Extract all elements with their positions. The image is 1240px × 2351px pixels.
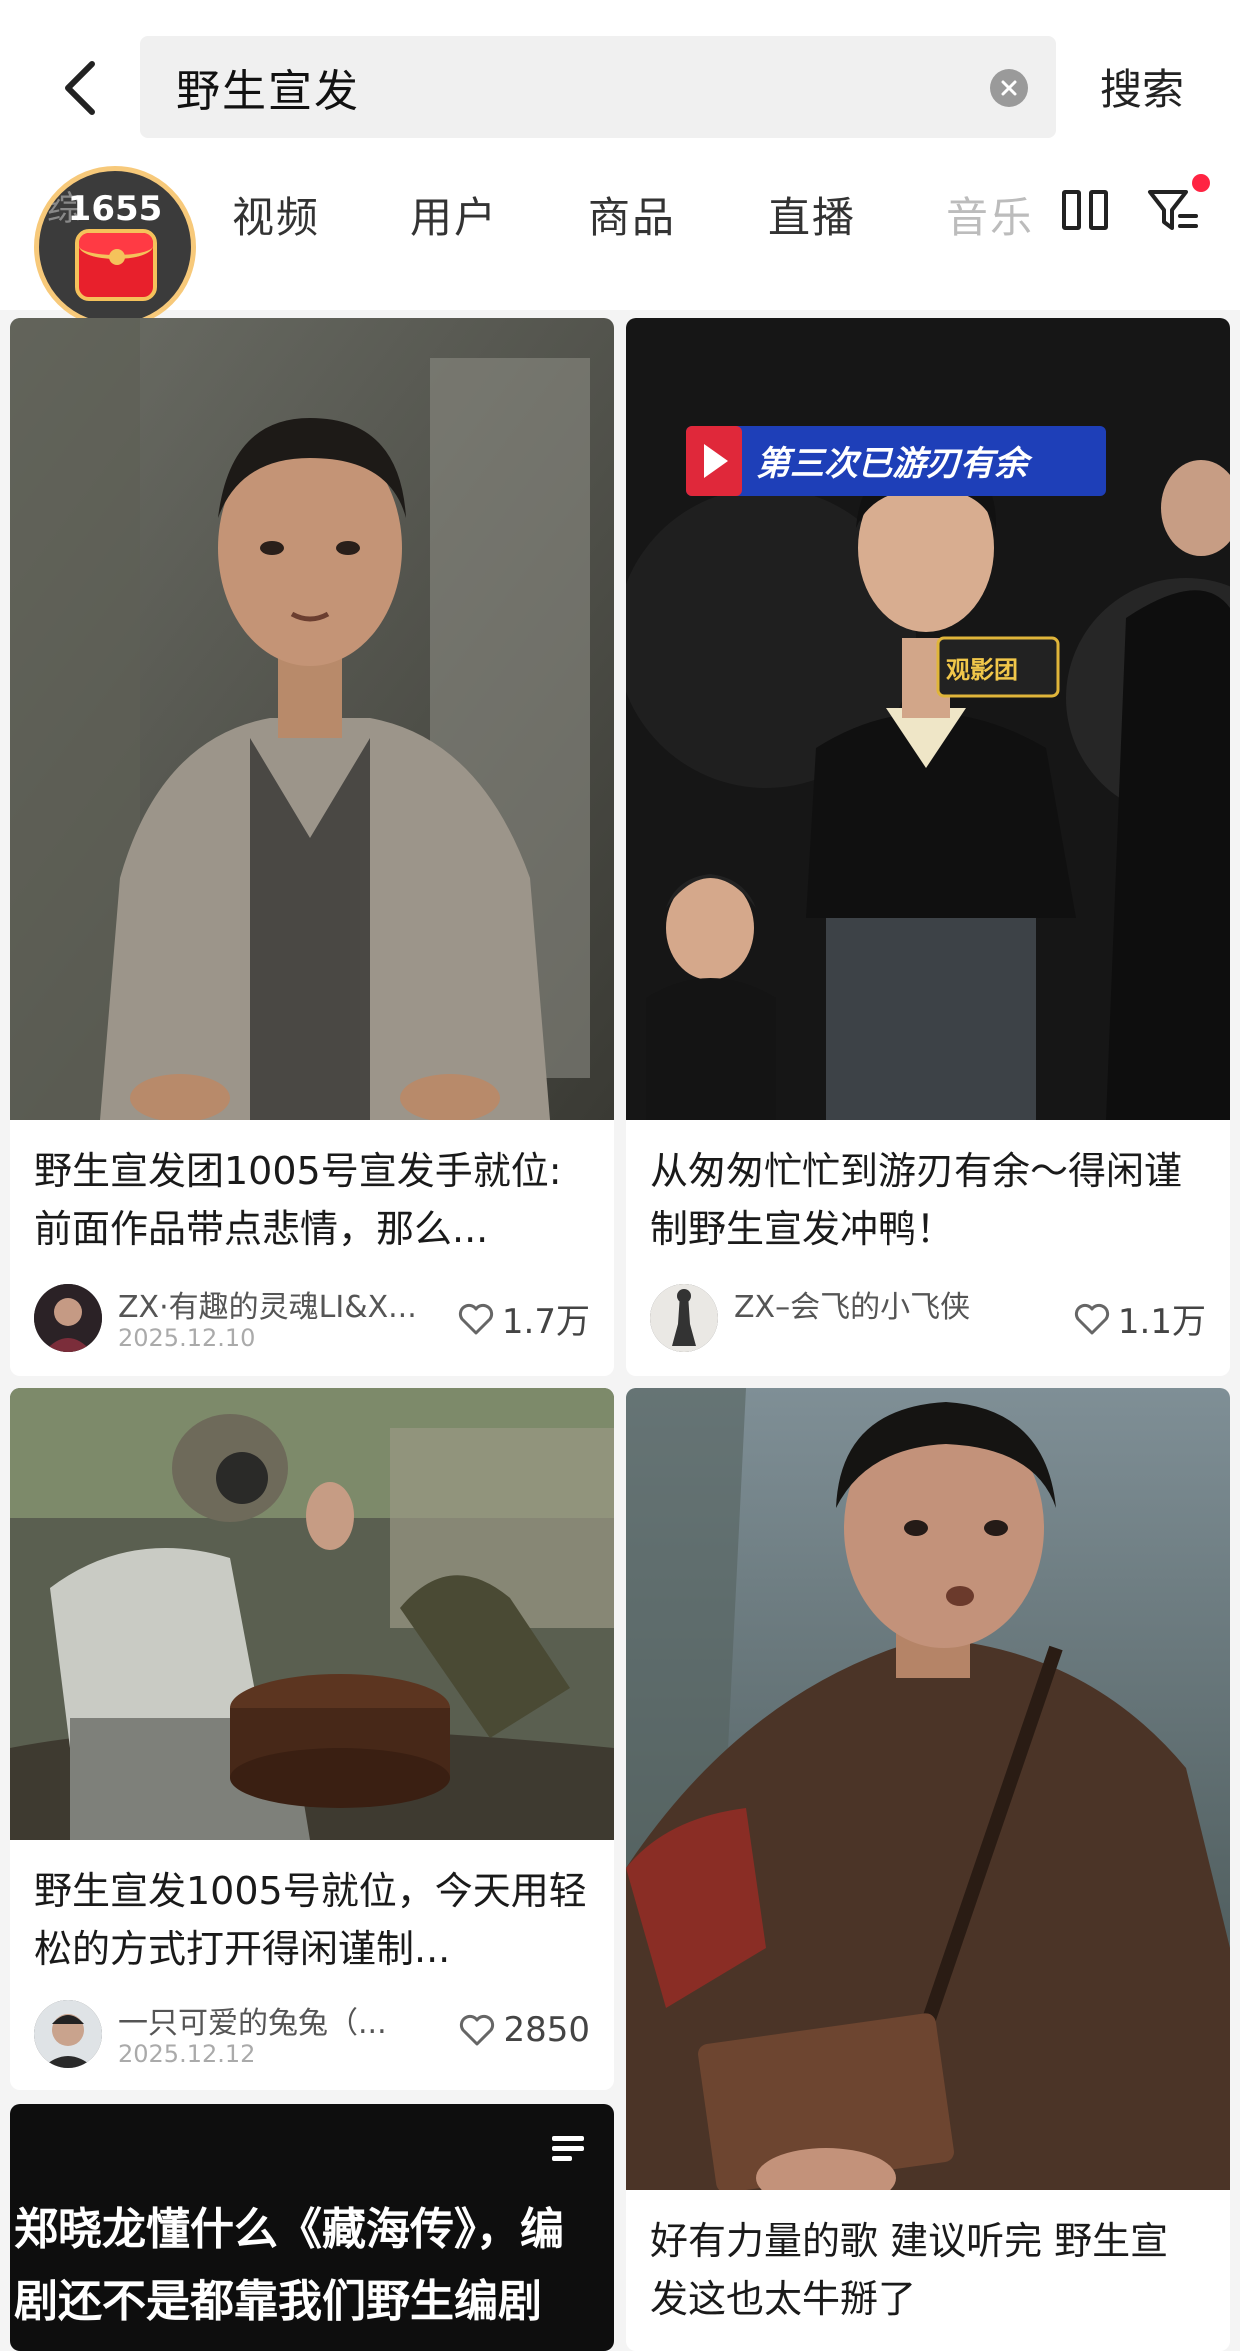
post-thumbnail: 第三次已游刃有余 观影团 — [626, 318, 1230, 1120]
like-count: 1.7万 — [501, 1302, 590, 1342]
author-name[interactable]: ZX–会飞的小飞侠 — [734, 1282, 970, 1326]
red-envelope-icon — [75, 229, 157, 301]
banner-text: 第三次已游刃有余 — [756, 444, 1033, 484]
post-title: 野生宣发1005号就位，今天用轻松的方式打开得闲谨制... — [34, 1869, 587, 1971]
like-button[interactable]: 1.1万 — [1074, 1294, 1206, 1343]
heart-icon — [460, 2014, 495, 2046]
like-button[interactable]: 1.7万 — [458, 1294, 590, 1343]
search-input[interactable]: 野生宣发 — [140, 36, 1056, 138]
author-row: 一只可爱的兔兔（... 2025.12.12 2850 — [34, 1994, 590, 2070]
post-title: 好有力量的歌 建议听完 野生宣发这也太牛掰了 — [650, 2219, 1169, 2321]
post-thumbnail — [626, 1388, 1230, 2190]
heart-icon — [1074, 1303, 1109, 1334]
back-button[interactable] — [40, 48, 120, 128]
post-card[interactable]: 第三次已游刃有余 观影团 从匆匆忙忙到游刃有余～得闲谨制野生宣发冲鸭！ ZX–会… — [626, 318, 1230, 1376]
author-name[interactable]: ZX·有趣的灵魂LI&X... — [118, 1282, 417, 1326]
post-thumbnail — [10, 1388, 614, 1840]
post-title: 从匆匆忙忙到游刃有余～得闲谨制野生宣发冲鸭！ — [650, 1149, 1183, 1251]
notification-dot — [1192, 174, 1210, 192]
post-title: 郑晓龙懂什么《藏海传》，编剧还不是都靠我们野生编剧 — [14, 2204, 564, 2327]
heart-icon — [458, 1303, 493, 1334]
like-count: 1.1万 — [1117, 1302, 1206, 1342]
red-packet-count: 1655 — [67, 189, 163, 229]
text-post-icon — [552, 2136, 584, 2161]
like-count: 2850 — [503, 2010, 590, 2050]
search-query: 野生宣发 — [176, 66, 360, 117]
tab-video[interactable]: 视频 — [232, 184, 320, 245]
red-packet-badge[interactable]: 综 1655 — [34, 166, 196, 328]
chevron-left-icon — [65, 61, 95, 115]
filter-icon[interactable] — [1146, 186, 1202, 236]
tab-products[interactable]: 商品 — [588, 184, 676, 245]
clear-search-button[interactable] — [990, 69, 1028, 107]
post-date: 2025.12.10 — [118, 1324, 256, 1352]
author-row: ZX·有趣的灵魂LI&X... 2025.12.10 1.7万 — [34, 1278, 590, 1354]
author-row: ZX–会飞的小飞侠 1.1万 — [650, 1278, 1206, 1354]
close-icon — [1001, 80, 1017, 96]
post-card[interactable]: 野生宣发1005号就位，今天用轻松的方式打开得闲谨制... 一只可爱的兔兔（..… — [10, 1388, 614, 2090]
post-title: 野生宣发团1005号宣发手就位: 前面作品带点悲情，那么... — [34, 1149, 562, 1251]
post-card[interactable]: 野生宣发团1005号宣发手就位: 前面作品带点悲情，那么... ZX·有趣的灵魂… — [10, 318, 614, 1376]
post-thumbnail — [10, 318, 614, 1120]
post-date: 2025.12.12 — [118, 2040, 256, 2068]
grid-layout-icon[interactable] — [1062, 190, 1110, 230]
avatar[interactable] — [34, 1284, 102, 1352]
avatar[interactable] — [650, 1284, 718, 1352]
like-button[interactable]: 2850 — [459, 2010, 590, 2050]
post-card[interactable]: 好有力量的歌 建议听完 野生宣发这也太牛掰了 — [626, 1388, 1230, 2351]
author-name[interactable]: 一只可爱的兔兔（... — [118, 1998, 387, 2042]
search-button[interactable]: 搜索 — [1100, 56, 1184, 117]
tab-music[interactable]: 音乐 — [946, 184, 1034, 245]
tab-users[interactable]: 用户 — [410, 184, 498, 245]
mic-label: 观影团 — [946, 656, 1018, 684]
avatar[interactable] — [34, 2000, 102, 2068]
post-card[interactable]: 郑晓龙懂什么《藏海传》，编剧还不是都靠我们野生编剧 — [10, 2104, 614, 2351]
tab-live[interactable]: 直播 — [768, 184, 856, 245]
